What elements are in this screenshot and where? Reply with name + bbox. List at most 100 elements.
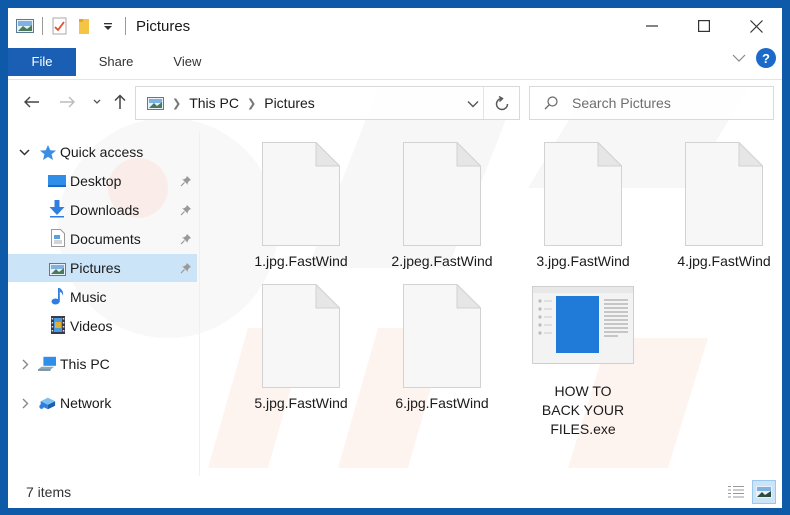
pin-icon[interactable] <box>180 261 192 277</box>
pin-icon[interactable] <box>180 174 192 190</box>
exe-file-icon <box>532 286 634 364</box>
quick-access-star-icon <box>39 143 57 161</box>
blank-file-icon <box>544 141 623 246</box>
refresh-button[interactable] <box>483 87 519 119</box>
videos-icon <box>49 316 67 334</box>
up-button[interactable] <box>112 94 128 110</box>
search-box[interactable]: Search Pictures <box>529 86 774 120</box>
details-view-button[interactable] <box>724 480 748 504</box>
item-count: 7 items <box>26 484 72 500</box>
breadcrumb-this-pc[interactable]: This PC <box>189 95 239 111</box>
pin-icon[interactable] <box>180 232 192 248</box>
file-item[interactable]: 5.jpg.FastWind <box>241 283 361 413</box>
file-item[interactable]: 4.jpg.FastWind <box>664 141 784 271</box>
view-switcher <box>724 480 776 504</box>
sidebar-label: Network <box>60 395 112 411</box>
pictures-folder-icon[interactable] <box>16 17 34 35</box>
toolbar-separator <box>125 17 126 35</box>
pictures-location-icon <box>147 96 164 110</box>
documents-icon <box>49 229 67 247</box>
chevron-down-icon <box>467 101 479 108</box>
sidebar-label: Videos <box>70 318 113 334</box>
file-item[interactable]: HOW TO BACK YOUR FILES.exe <box>523 284 643 439</box>
search-input[interactable]: Search Pictures <box>572 95 671 111</box>
details-view-icon <box>728 486 744 498</box>
minimize-button[interactable] <box>626 8 678 44</box>
sidebar-item-downloads[interactable]: Downloads <box>8 196 197 224</box>
sidebar-label: This PC <box>60 356 110 372</box>
sidebar-item-quick-access[interactable]: Quick access <box>8 138 197 166</box>
forward-button[interactable] <box>59 94 75 110</box>
sidebar-item-this-pc[interactable]: This PC <box>8 350 197 378</box>
sidebar-item-videos[interactable]: Videos <box>8 312 197 340</box>
expand-ribbon-button[interactable] <box>732 49 746 67</box>
properties-icon[interactable] <box>51 17 69 35</box>
file-item[interactable]: 3.jpg.FastWind <box>523 141 643 271</box>
address-bar[interactable]: ❯ This PC ❯ Pictures <box>135 86 520 120</box>
this-pc-icon <box>38 355 56 373</box>
breadcrumb-pictures[interactable]: Pictures <box>264 95 315 111</box>
file-name: 5.jpg.FastWind <box>254 395 348 411</box>
recent-locations-button[interactable] <box>89 94 105 110</box>
downloads-icon <box>48 200 66 218</box>
pictures-icon <box>48 260 66 278</box>
ribbon-tabs: File Home Share View ? <box>8 44 782 80</box>
help-button[interactable]: ? <box>756 48 776 68</box>
music-icon <box>49 287 67 305</box>
file-name: HOW TO BACK YOUR FILES.exe <box>541 383 625 437</box>
sidebar-item-documents[interactable]: Documents <box>8 225 197 253</box>
refresh-icon <box>495 95 508 110</box>
tab-share[interactable]: Share <box>79 48 154 76</box>
tab-view[interactable]: View <box>153 48 221 76</box>
file-name: 4.jpg.FastWind <box>677 253 771 269</box>
quick-access-toolbar: Pictures <box>8 8 190 44</box>
sidebar-item-pictures[interactable]: Pictures <box>8 254 197 282</box>
chevron-down-icon <box>93 99 101 104</box>
window-controls <box>626 8 782 44</box>
breadcrumb-separator-icon: ❯ <box>172 97 182 110</box>
close-button[interactable] <box>730 8 782 44</box>
file-explorer-window: Pictures File Home Share View ? <box>8 8 782 508</box>
address-history-dropdown[interactable] <box>467 95 479 113</box>
toolbar-separator <box>42 17 43 35</box>
large-icons-view-icon <box>756 486 772 498</box>
file-item[interactable]: 6.jpg.FastWind <box>382 283 502 413</box>
sidebar-label: Quick access <box>60 144 144 160</box>
pin-icon[interactable] <box>180 203 192 219</box>
maximize-icon <box>698 20 710 32</box>
file-item[interactable]: 2.jpeg.FastWind <box>382 141 502 271</box>
new-folder-icon[interactable] <box>75 17 93 35</box>
sidebar-label: Downloads <box>70 202 140 218</box>
chevron-down-icon <box>732 54 746 62</box>
maximize-button[interactable] <box>678 8 730 44</box>
back-button[interactable] <box>24 94 40 110</box>
tab-file[interactable]: File <box>8 47 76 76</box>
title-bar: Pictures <box>8 8 782 44</box>
status-bar: 7 items <box>8 476 782 508</box>
sidebar-item-music[interactable]: Music <box>8 283 197 311</box>
navigation-bar: ❯ This PC ❯ Pictures Search Pictures <box>8 80 782 124</box>
sidebar-label: Music <box>70 289 107 305</box>
sidebar-label: Documents <box>70 231 141 247</box>
file-item[interactable]: 1.jpg.FastWind <box>241 141 361 271</box>
sidebar-item-desktop[interactable]: Desktop <box>8 167 197 195</box>
breadcrumb-separator-icon: ❯ <box>247 97 257 110</box>
ribbon-right-controls: ? <box>732 48 776 68</box>
blank-file-icon <box>403 283 482 388</box>
back-arrow-icon <box>24 96 39 108</box>
customize-dropdown-icon[interactable] <box>99 17 117 35</box>
navigation-pane: Quick access Desktop Downloads Documents <box>8 132 200 476</box>
expand-chevron-icon[interactable] <box>19 397 31 409</box>
large-icons-view-button[interactable] <box>752 480 776 504</box>
file-name: 3.jpg.FastWind <box>536 253 630 269</box>
file-name: 2.jpeg.FastWind <box>391 253 493 269</box>
up-arrow-icon <box>114 94 126 109</box>
blank-file-icon <box>403 141 482 246</box>
sidebar-item-network[interactable]: Network <box>8 389 197 417</box>
file-name: 6.jpg.FastWind <box>395 395 489 411</box>
sidebar-label: Desktop <box>70 173 122 189</box>
expand-chevron-icon[interactable] <box>18 146 30 158</box>
close-icon <box>749 19 763 33</box>
minimize-icon <box>646 25 658 27</box>
expand-chevron-icon[interactable] <box>19 358 31 370</box>
